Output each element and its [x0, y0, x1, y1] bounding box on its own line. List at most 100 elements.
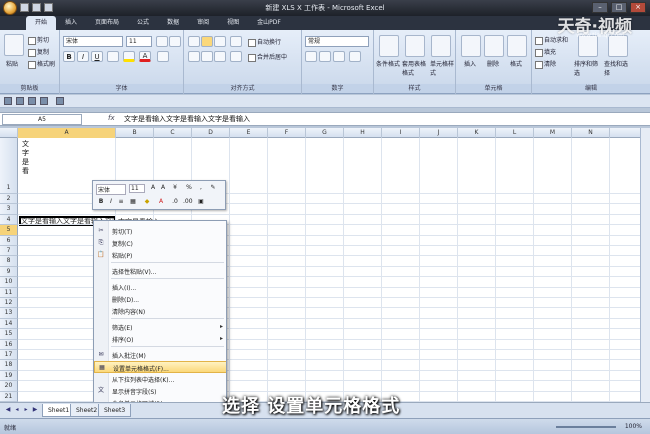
row-header-2[interactable]: 2 — [0, 194, 18, 205]
column-header-g[interactable]: G — [306, 128, 344, 138]
align-right-button[interactable] — [214, 51, 226, 62]
copy-button[interactable]: 复制 — [28, 47, 49, 57]
tab-review[interactable]: 审阅 — [188, 16, 218, 30]
clear-button[interactable]: 清除 — [535, 59, 556, 69]
menu-item-copy-1[interactable]: ⎘ 复制(C) — [94, 237, 226, 249]
menu-item-item-11[interactable]: 排序(O) ▸ — [94, 333, 226, 345]
column-header-a[interactable]: A — [18, 128, 116, 138]
name-box[interactable]: A5 — [2, 114, 82, 125]
sheet-tab-3[interactable]: Sheet3 — [98, 404, 132, 417]
row-header-10[interactable]: 10 — [0, 277, 18, 288]
fill-color-button[interactable] — [123, 51, 135, 62]
format-table-button[interactable] — [405, 35, 425, 57]
menu-item-item-4[interactable]: 选择性粘贴(V)... — [94, 265, 226, 277]
close-icon[interactable]: × — [630, 2, 646, 13]
zoom-slider[interactable] — [556, 426, 616, 428]
font-color-icon[interactable]: A — [157, 198, 165, 206]
column-header-n[interactable]: N — [572, 128, 610, 138]
align-middle-button[interactable] — [201, 36, 213, 47]
row-header-21[interactable]: 21 — [0, 391, 18, 402]
decimal-button[interactable] — [349, 51, 361, 62]
tab-pdf[interactable]: 金山PDF — [248, 16, 290, 30]
column-header-l[interactable]: L — [496, 128, 534, 138]
italic-button[interactable]: I — [77, 51, 89, 62]
indent-button[interactable] — [230, 51, 242, 62]
menu-item-scissors-0[interactable]: ✂ 剪切(T) — [94, 225, 226, 237]
currency-icon[interactable]: ¥ — [171, 184, 179, 192]
row-header-15[interactable]: 15 — [0, 329, 18, 340]
paste-button[interactable] — [4, 34, 24, 56]
column-header-c[interactable]: C — [154, 128, 192, 138]
formula-input[interactable]: 文字是看输入文字是看输入文字是看输入 — [124, 114, 250, 124]
column-header-k[interactable]: K — [458, 128, 496, 138]
merge-center-button[interactable]: 合并后居中 — [248, 52, 287, 62]
row-header-3[interactable]: 3 — [0, 204, 18, 215]
prev-sheet-icon[interactable]: ◂ — [13, 406, 21, 414]
row-header-17[interactable]: 17 — [0, 350, 18, 361]
row-header-11[interactable]: 11 — [0, 287, 18, 298]
row-header-19[interactable]: 19 — [0, 370, 18, 382]
fill-button[interactable]: 填充 — [535, 47, 556, 57]
format-painter-button[interactable]: 格式刷 — [28, 59, 55, 69]
menu-item-item-15[interactable]: 从下拉列表中选择(K)... — [94, 373, 226, 385]
shrink-font-icon[interactable]: A — [159, 184, 167, 192]
menu-item-item-10[interactable]: 筛选(E) ▸ — [94, 321, 226, 333]
align-top-button[interactable] — [188, 36, 200, 47]
customize-icon[interactable] — [56, 97, 64, 105]
mini-font-combo[interactable]: 宋体 — [96, 184, 126, 195]
fill-color-icon[interactable]: ◆ — [143, 198, 151, 206]
row-header-12[interactable]: 12 — [0, 298, 18, 309]
phonetic-button[interactable] — [157, 51, 169, 62]
zoom-level[interactable]: 100% — [625, 423, 642, 430]
column-header-d[interactable]: D — [192, 128, 230, 138]
column-header-f[interactable]: F — [268, 128, 306, 138]
undo-icon[interactable] — [16, 97, 24, 105]
font-size-combo[interactable]: 11 — [126, 36, 152, 47]
bold-icon[interactable]: B — [97, 198, 105, 206]
conditional-format-button[interactable] — [379, 35, 399, 57]
print-icon[interactable] — [40, 97, 48, 105]
tab-insert[interactable]: 插入 — [56, 16, 86, 30]
tab-formulas[interactable]: 公式 — [128, 16, 158, 30]
column-header-j[interactable]: J — [420, 128, 458, 138]
shrink-font-button[interactable] — [169, 36, 181, 47]
underline-button[interactable]: U — [91, 51, 103, 62]
cell-styles-button[interactable] — [431, 35, 451, 57]
percent-button[interactable] — [319, 51, 331, 62]
border-button[interactable] — [107, 51, 119, 62]
font-name-combo[interactable]: 宋体 — [63, 36, 123, 47]
column-header-h[interactable]: H — [344, 128, 382, 138]
tab-data[interactable]: 数据 — [158, 16, 188, 30]
menu-item-phonetic-16[interactable]: 文 显示拼音字段(S) — [94, 385, 226, 397]
delete-cells-button[interactable] — [484, 35, 504, 57]
font-color-button[interactable]: A — [139, 51, 151, 62]
row-header-7[interactable]: 7 — [0, 246, 18, 257]
tab-page-layout[interactable]: 页面布局 — [86, 16, 128, 30]
vertical-scrollbar[interactable] — [640, 128, 650, 402]
menu-item-comment-13[interactable]: ✉ 插入批注(M) — [94, 349, 226, 361]
brush-icon[interactable]: ✎ — [209, 184, 217, 192]
column-header-m[interactable]: M — [534, 128, 572, 138]
column-header-b[interactable]: B — [116, 128, 154, 138]
align-bottom-button[interactable] — [214, 36, 226, 47]
percent-icon[interactable]: % — [185, 184, 193, 192]
row-header-18[interactable]: 18 — [0, 360, 18, 371]
row-header-8[interactable]: 8 — [0, 256, 18, 267]
redo-icon[interactable] — [28, 97, 36, 105]
first-sheet-icon[interactable]: ◀ — [4, 406, 12, 414]
menu-item-item-7[interactable]: 删除(D)... — [94, 293, 226, 305]
row-header-9[interactable]: 9 — [0, 266, 18, 278]
wrap-text-button[interactable]: 自动换行 — [248, 37, 281, 47]
next-sheet-icon[interactable]: ▸ — [22, 406, 30, 414]
italic-icon[interactable]: I — [107, 198, 115, 206]
grow-font-icon[interactable]: A — [149, 184, 157, 192]
align-left-button[interactable] — [188, 51, 200, 62]
format-cells-button[interactable] — [507, 35, 527, 57]
row-header-13[interactable]: 13 — [0, 308, 18, 319]
row-header-14[interactable]: 14 — [0, 318, 18, 330]
row-header-1[interactable]: 1 — [0, 138, 18, 194]
select-all-corner[interactable] — [0, 128, 18, 138]
tab-home[interactable]: 开始 — [26, 16, 57, 30]
increase-decimal-icon[interactable]: .00 — [183, 198, 193, 206]
currency-button[interactable] — [305, 51, 317, 62]
